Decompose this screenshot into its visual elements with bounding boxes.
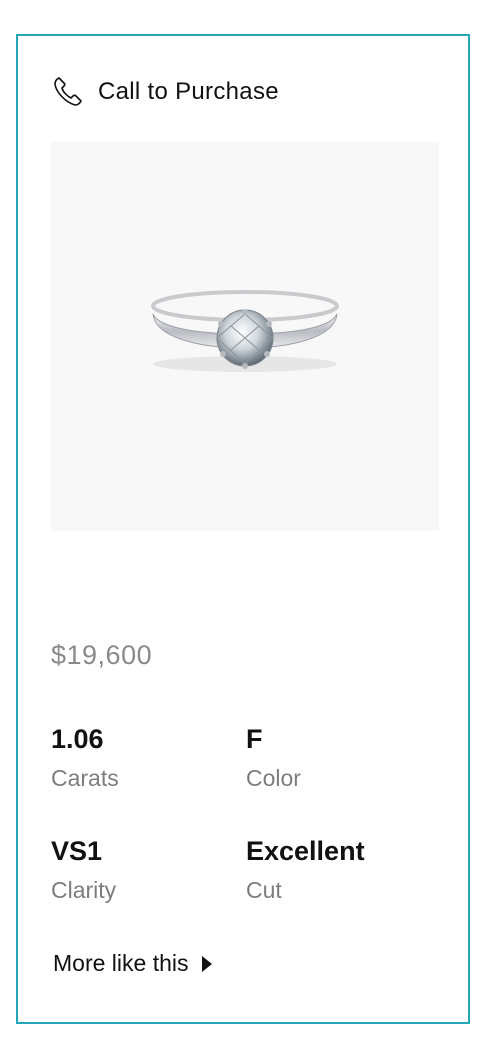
price: $19,600 xyxy=(51,640,153,670)
spec-label: Cut xyxy=(246,877,282,903)
caret-right-icon xyxy=(202,955,213,972)
spec-cut: Excellent Cut xyxy=(246,834,365,904)
spec-label: Clarity xyxy=(51,877,117,903)
spec-value: 1.06 xyxy=(51,724,104,754)
spec-label: Color xyxy=(246,765,301,791)
call-to-purchase-button[interactable]: Call to Purchase xyxy=(50,74,279,110)
spec-clarity: VS1 Clarity xyxy=(51,834,116,904)
spec-value: F xyxy=(246,724,263,754)
spec-color: F Color xyxy=(246,722,301,792)
spec-carats: 1.06 Carats xyxy=(51,722,119,792)
product-image[interactable] xyxy=(51,142,439,531)
spec-value: VS1 xyxy=(51,836,103,866)
more-like-this-link[interactable]: More like this xyxy=(53,950,213,977)
product-card: Call to Purchase $19,600 1.06 Carats F C… xyxy=(16,34,470,1024)
spec-label: Carats xyxy=(51,765,119,791)
phone-icon xyxy=(50,74,86,110)
spec-value: Excellent xyxy=(246,836,365,866)
more-like-this-label: More like this xyxy=(53,950,189,976)
call-to-purchase-label: Call to Purchase xyxy=(98,78,279,105)
